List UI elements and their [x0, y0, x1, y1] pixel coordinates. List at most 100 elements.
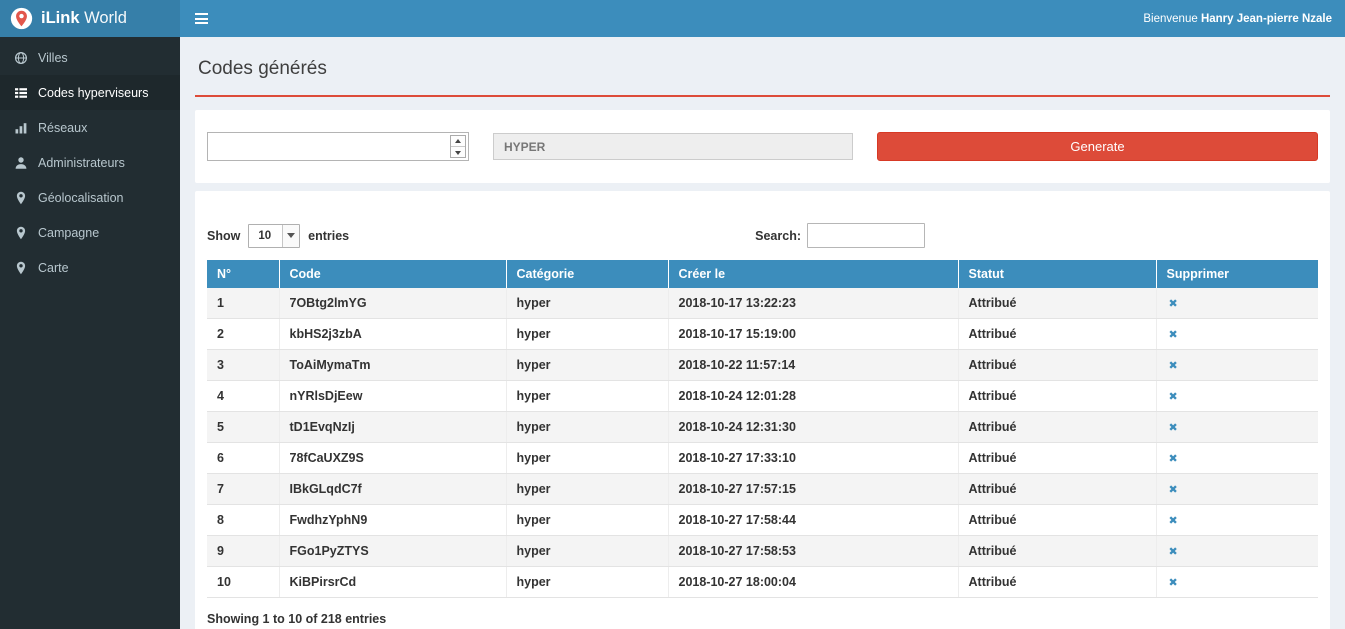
- delete-code-button[interactable]: ✖: [1167, 296, 1180, 310]
- category-cell: hyper: [506, 412, 668, 443]
- column-header-statut[interactable]: Statut: [958, 260, 1156, 288]
- code-cell: kbHS2j3zbA: [279, 319, 506, 350]
- page-length-select[interactable]: 10: [248, 224, 300, 248]
- navbar: Bienvenue Hanry Jean-pierre Nzale: [180, 0, 1345, 37]
- code-cell: tD1EvqNzIj: [279, 412, 506, 443]
- delete-code-button[interactable]: ✖: [1167, 575, 1180, 589]
- sidebar-item-carte[interactable]: Carte: [0, 250, 180, 285]
- table-row: 3ToAiMymaTmhyper2018-10-22 11:57:14Attri…: [207, 350, 1318, 381]
- created-date-cell: 2018-10-27 17:57:15: [668, 474, 958, 505]
- brand[interactable]: iLink World: [0, 0, 180, 37]
- body-row: Villes Codes hyperviseurs Réseaux Administr…: [0, 37, 1345, 629]
- column-header-n[interactable]: N°: [207, 260, 279, 288]
- category-cell: hyper: [506, 567, 668, 598]
- page-length-value: 10: [249, 225, 282, 247]
- sidebar-item-geolocalisation[interactable]: Géolocalisation: [0, 180, 180, 215]
- table-row: 8FwdhzYphN9hyper2018-10-27 17:58:44Attri…: [207, 505, 1318, 536]
- code-cell: FGo1PyZTYS: [279, 536, 506, 567]
- code-cell: FwdhzYphN9: [279, 505, 506, 536]
- status-cell: Attribué: [958, 412, 1156, 443]
- code-cell: 78fCaUXZ9S: [279, 443, 506, 474]
- stepper-arrows-icon[interactable]: [450, 135, 466, 158]
- status-cell: Attribué: [958, 319, 1156, 350]
- brand-text-bold: iLink: [41, 9, 80, 27]
- delete-code-button[interactable]: ✖: [1167, 389, 1180, 403]
- created-date-cell: 2018-10-24 12:31:30: [668, 412, 958, 443]
- category-input[interactable]: [493, 133, 853, 160]
- entries-label: entries: [308, 229, 349, 243]
- sidebar-menu: Villes Codes hyperviseurs Réseaux Administr…: [0, 40, 180, 285]
- table-row: 2kbHS2j3zbAhyper2018-10-17 15:19:00Attri…: [207, 319, 1318, 350]
- table-row: 5tD1EvqNzIjhyper2018-10-24 12:31:30Attri…: [207, 412, 1318, 443]
- sidebar-toggle-button[interactable]: [180, 0, 223, 37]
- status-cell: Attribué: [958, 536, 1156, 567]
- delete-code-button[interactable]: ✖: [1167, 482, 1180, 496]
- created-date-cell: 2018-10-22 11:57:14: [668, 350, 958, 381]
- status-cell: Attribué: [958, 288, 1156, 319]
- sidebar-item-label: Réseaux: [38, 121, 87, 135]
- table-body: 17OBtg2lmYGhyper2018-10-17 13:22:23Attri…: [207, 288, 1318, 598]
- delete-icon: ✖: [1169, 577, 1178, 589]
- category-cell: hyper: [506, 350, 668, 381]
- th-list-icon: [14, 86, 29, 100]
- sidebar: Villes Codes hyperviseurs Réseaux Administr…: [0, 37, 180, 629]
- created-date-cell: 2018-10-27 17:58:44: [668, 505, 958, 536]
- delete-code-button[interactable]: ✖: [1167, 544, 1180, 558]
- table-row: 9FGo1PyZTYShyper2018-10-27 17:58:53Attri…: [207, 536, 1318, 567]
- row-number-cell: 6: [207, 443, 279, 474]
- category-cell: hyper: [506, 288, 668, 319]
- delete-icon: ✖: [1169, 422, 1178, 434]
- delete-code-button[interactable]: ✖: [1167, 513, 1180, 527]
- welcome-message[interactable]: Bienvenue Hanry Jean-pierre Nzale: [1143, 13, 1345, 25]
- table-row: 678fCaUXZ9Shyper2018-10-27 17:33:10Attri…: [207, 443, 1318, 474]
- map-marker-icon: [14, 261, 29, 275]
- column-header-categorie[interactable]: Catégorie: [506, 260, 668, 288]
- brand-text: iLink World: [41, 9, 127, 28]
- column-header-creer-le[interactable]: Créer le: [668, 260, 958, 288]
- category-cell: hyper: [506, 536, 668, 567]
- delete-icon: ✖: [1169, 453, 1178, 465]
- column-header-supprimer[interactable]: Supprimer: [1156, 260, 1318, 288]
- table-info: Showing 1 to 10 of 218 entries: [207, 612, 1318, 626]
- delete-cell: ✖: [1156, 443, 1318, 474]
- delete-cell: ✖: [1156, 319, 1318, 350]
- status-cell: Attribué: [958, 381, 1156, 412]
- row-number-cell: 5: [207, 412, 279, 443]
- delete-cell: ✖: [1156, 412, 1318, 443]
- welcome-prefix: Bienvenue: [1143, 13, 1197, 25]
- codes-table: N°CodeCatégorieCréer leStatutSupprimer 1…: [207, 260, 1318, 598]
- delete-code-button[interactable]: ✖: [1167, 420, 1180, 434]
- row-number-cell: 3: [207, 350, 279, 381]
- created-date-cell: 2018-10-27 17:58:53: [668, 536, 958, 567]
- generate-button[interactable]: Generate: [877, 132, 1318, 161]
- sidebar-item-administrateurs[interactable]: Administrateurs: [0, 145, 180, 180]
- code-count-input[interactable]: [208, 133, 448, 160]
- category-cell: hyper: [506, 443, 668, 474]
- category-cell: hyper: [506, 319, 668, 350]
- sidebar-item-label: Codes hyperviseurs: [38, 86, 148, 100]
- row-number-cell: 1: [207, 288, 279, 319]
- code-cell: 7OBtg2lmYG: [279, 288, 506, 319]
- sidebar-item-codes-hyperviseurs[interactable]: Codes hyperviseurs: [0, 75, 180, 110]
- column-header-code[interactable]: Code: [279, 260, 506, 288]
- delete-cell: ✖: [1156, 350, 1318, 381]
- created-date-cell: 2018-10-17 15:19:00: [668, 319, 958, 350]
- delete-code-button[interactable]: ✖: [1167, 327, 1180, 341]
- app-window: iLink World Bienvenue Hanry Jean-pierre …: [0, 0, 1345, 629]
- user-name: Hanry Jean-pierre Nzale: [1201, 13, 1332, 25]
- delete-code-button[interactable]: ✖: [1167, 451, 1180, 465]
- delete-cell: ✖: [1156, 381, 1318, 412]
- row-number-cell: 4: [207, 381, 279, 412]
- code-cell: nYRlsDjEew: [279, 381, 506, 412]
- code-count-stepper: [207, 132, 469, 161]
- page-title: Codes générés: [195, 50, 1330, 80]
- sidebar-item-label: Administrateurs: [38, 156, 125, 170]
- sidebar-item-campagne[interactable]: Campagne: [0, 215, 180, 250]
- sidebar-item-reseaux[interactable]: Réseaux: [0, 110, 180, 145]
- created-date-cell: 2018-10-17 13:22:23: [668, 288, 958, 319]
- codes-table-panel: Show 10 entries Search:: [195, 191, 1330, 629]
- delete-code-button[interactable]: ✖: [1167, 358, 1180, 372]
- search-input[interactable]: [807, 223, 925, 248]
- table-controls: Show 10 entries Search:: [207, 223, 1318, 248]
- sidebar-item-villes[interactable]: Villes: [0, 40, 180, 75]
